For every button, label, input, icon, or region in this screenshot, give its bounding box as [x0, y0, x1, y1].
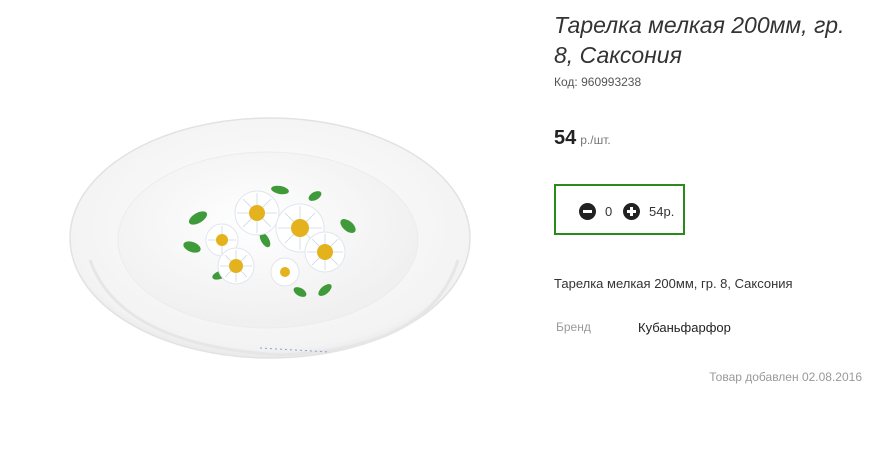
quantity-stepper: 0 54р. [554, 184, 685, 235]
price-value: 54 [554, 127, 577, 149]
product-description: Тарелка мелкая 200мм, гр. 8, Саксония [554, 276, 793, 291]
plus-circle-icon[interactable] [623, 203, 640, 220]
brand-label: Бренд [556, 320, 591, 334]
quantity-value: 0 [605, 204, 613, 219]
added-date: Товар добавлен 02.08.2016 [709, 370, 862, 384]
plate-image [69, 117, 471, 359]
product-title: Тарелка мелкая 200мм, гр. 8, Саксония [554, 12, 845, 68]
product-image[interactable] [60, 100, 480, 380]
product-code: Код: 960993238 [554, 75, 641, 89]
product-price: 54 р./шт. [554, 127, 611, 150]
product-code-value: 960993238 [581, 75, 642, 89]
price-unit: р./шт. [580, 133, 611, 147]
minus-circle-icon[interactable] [579, 203, 596, 220]
product-code-label: Код: [554, 75, 578, 89]
brand-value: Кубаньфарфор [638, 320, 731, 335]
line-total: 54р. [649, 204, 675, 219]
